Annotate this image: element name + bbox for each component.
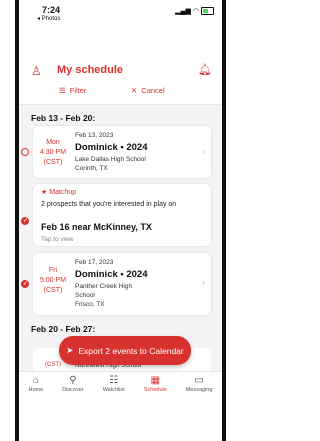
calendar-icon: ▦ [150,375,161,386]
app-screen: 7:24 ◂ Photos ▂▄▆ ◠ ♙ My schedule 🔔︎ ☰ F… [19,0,222,441]
tab-label: Schedule [143,387,167,393]
cancel-button[interactable]: ✕ Cancel [131,86,165,95]
event-card[interactable]: Mon 4:30 PM (CST) Feb 13, 2023 Dominick … [33,126,211,178]
status-bar: 7:24 ◂ Photos ▂▄▆ ◠ [19,0,222,34]
event-title: Dominick • 2024 [75,269,148,280]
home-icon: ⌂ [32,375,39,386]
bell-icon[interactable]: 🔔︎ [198,63,212,76]
matchup-header: ★ Matchup [41,188,76,196]
phone-frame: 7:24 ◂ Photos ▂▄▆ ◠ ♙ My schedule 🔔︎ ☰ F… [15,0,226,441]
event-timezone: (CST) [43,159,63,166]
event-checkbox[interactable] [21,148,29,156]
event-city: Corinth, TX [75,165,108,172]
matchup-title: Feb 16 near McKinney, TX [41,222,152,232]
tab-watchlist[interactable]: ☷ Watchlist [103,372,125,400]
event-date: Feb 13, 2023 [75,132,114,139]
signal-icon: ▂▄▆ [175,8,191,15]
matchup-card[interactable]: ★ Matchup 2 prospects that you're intere… [33,184,211,246]
close-icon: ✕ [131,86,138,95]
chevron-right-icon: › [202,277,205,287]
event-timezone: (CST) [45,362,61,368]
tab-bar: ⌂ Home ⚲ Discover ☷ Watchlist ▦ Schedule… [19,371,222,400]
send-icon: ➤ [66,345,74,355]
event-time: 4:30 PM [39,149,67,156]
star-icon: ★ [41,189,48,196]
battery-icon [201,7,214,15]
tab-messaging[interactable]: ▭ Messaging [186,372,213,400]
profile-icon[interactable]: ♙ [31,64,42,78]
status-icons: ▂▄▆ ◠ [175,7,214,15]
event-time-column: Fri 5:00 PM (CST) [33,266,73,296]
filter-label: Filter [69,86,87,95]
bottom-blank-area [19,400,222,441]
event-card[interactable]: Fri 5:00 PM (CST) Feb 17, 2023 Dominick … [33,253,211,315]
tab-label: Watchlist [102,387,125,393]
wifi-icon: ◠ [192,8,199,15]
export-to-calendar-button[interactable]: ➤ Export 2 events to Calendar [59,336,191,365]
event-day: Fri [48,267,58,274]
section-header: Feb 20 - Feb 27: [31,324,96,334]
event-date: Feb 17, 2023 [75,259,114,266]
header: ♙ My schedule 🔔︎ ☰ Filter ✕ Cancel [19,34,222,105]
tap-to-view-label: Tap to view [41,236,74,243]
matchup-label: Matchup [49,189,77,196]
tab-label: Home [28,387,44,393]
filter-button[interactable]: ☰ Filter [59,86,86,95]
event-location: Panther Creek High [75,283,133,290]
tab-discover[interactable]: ⚲ Discover [62,372,83,400]
event-location: Lake Dallas High School [75,156,146,163]
back-to-photos-link[interactable]: ◂ Photos [37,15,60,22]
filter-icon: ☰ [59,86,66,95]
tab-label: Discover [62,387,84,393]
matchup-checkbox[interactable] [21,217,29,225]
page-title: My schedule [57,64,124,76]
tab-schedule[interactable]: ▦ Schedule [144,372,167,400]
tab-home[interactable]: ⌂ Home [29,372,44,400]
event-checkbox[interactable] [21,280,29,288]
matchup-description: 2 prospects that you're interested in pl… [41,201,177,208]
event-time-column: Mon 4:30 PM (CST) [33,138,73,168]
event-timezone: (CST) [43,287,63,294]
status-time: 7:24 [42,5,61,15]
event-day: Mon [46,139,60,146]
search-icon: ⚲ [69,375,77,386]
chat-icon: ▭ [194,375,204,386]
chevron-right-icon: › [202,146,205,156]
export-label: Export 2 events to Calendar [78,345,184,356]
tab-label: Messaging [185,387,213,393]
event-title: Dominick • 2024 [75,142,148,153]
cancel-label: Cancel [141,86,165,95]
section-header: Feb 13 - Feb 20: [31,113,96,123]
event-city: Frisco, TX [75,301,105,308]
event-time: 5:00 PM [39,277,67,284]
list-icon: ☷ [109,375,119,386]
event-location-line2: School [75,292,95,299]
